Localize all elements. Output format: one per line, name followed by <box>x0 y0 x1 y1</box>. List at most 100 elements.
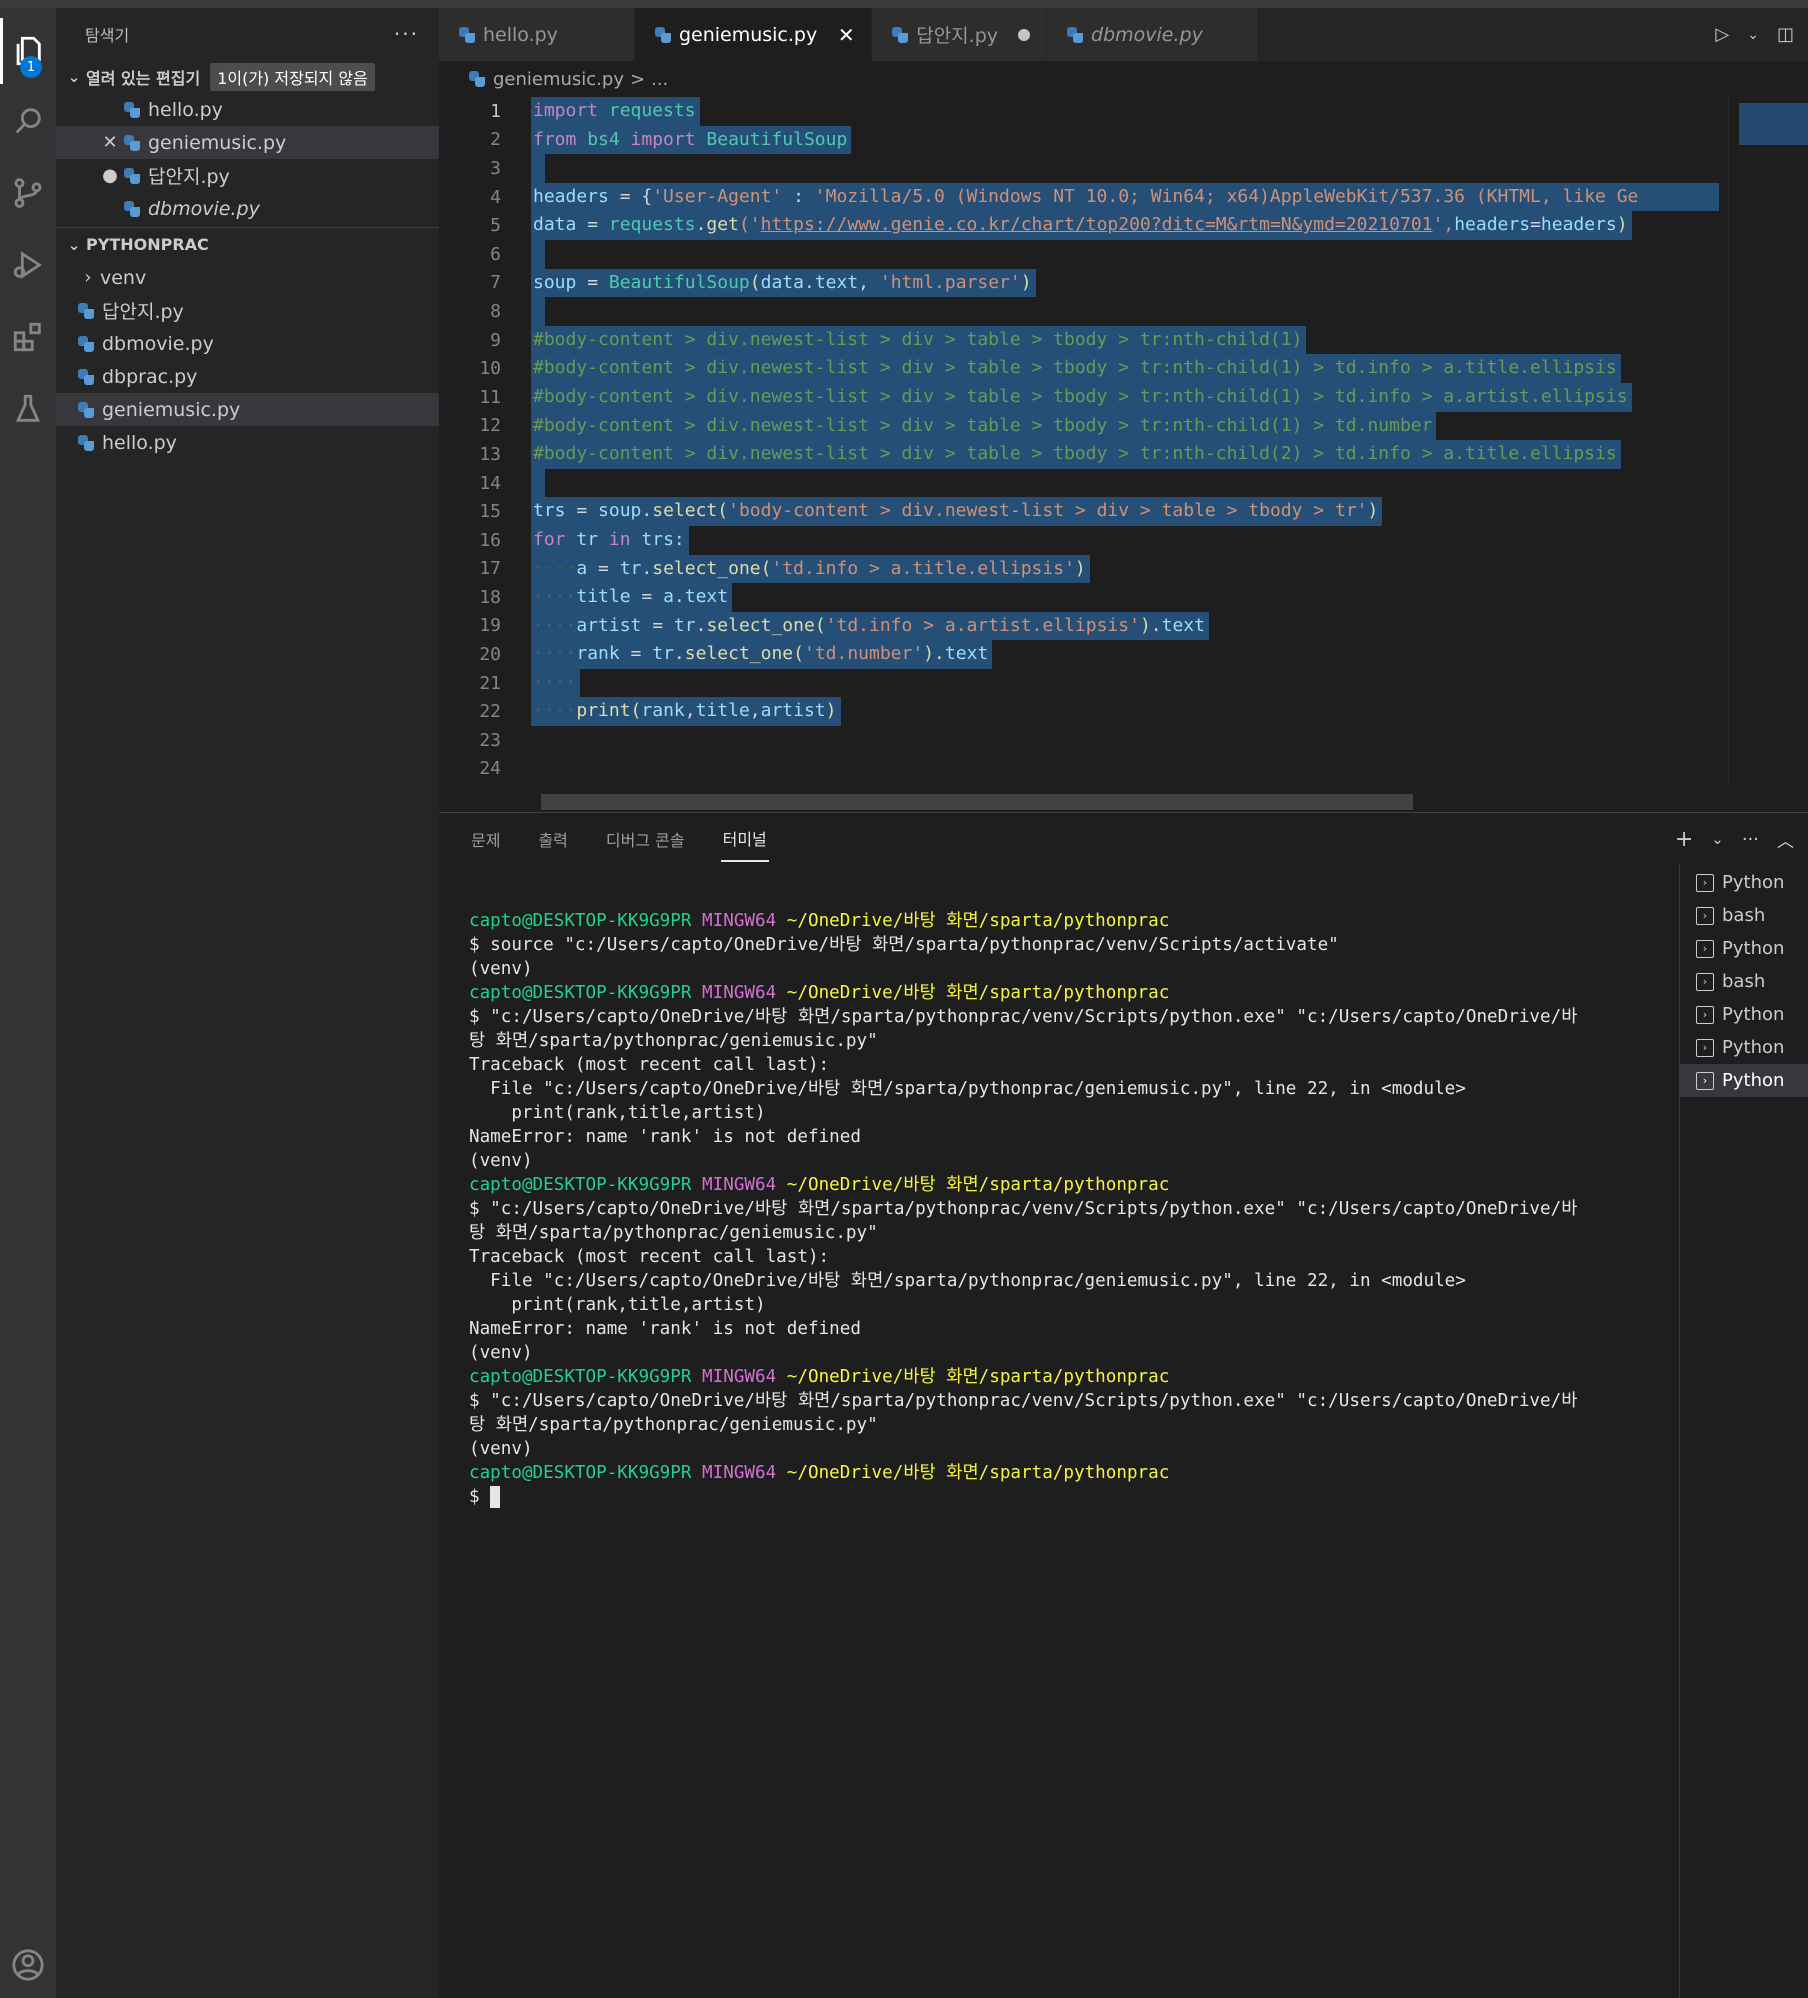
explorer-title: 탐색기 <box>85 26 130 45</box>
terminal-line: 탕 화면/sparta/pythonprac/geniemusic.py" <box>469 1031 878 1051</box>
file-dbmovie[interactable]: dbmovie.py <box>56 327 439 360</box>
line-number: 19 <box>479 615 501 637</box>
code-line: #body-content > div.newest-list > div > … <box>531 354 1621 383</box>
file-dbprac[interactable]: dbprac.py <box>56 360 439 393</box>
terminal-icon: › <box>1696 1005 1714 1024</box>
code-line: #body-content > div.newest-list > div > … <box>531 411 1437 441</box>
tab-dbmovie[interactable]: dbmovie.py <box>1047 8 1258 61</box>
breadcrumb-separator: > <box>630 68 646 90</box>
line-number: 18 <box>479 586 501 608</box>
code-line: for tr in trs: <box>531 525 689 555</box>
open-editor-hello[interactable]: hello.py <box>56 93 439 126</box>
terminal-instance[interactable]: › Python <box>1680 866 1808 899</box>
terminal-icon: › <box>1696 1071 1714 1090</box>
more-actions-icon[interactable]: ··· <box>1742 829 1759 850</box>
tab-hello[interactable]: hello.py <box>439 8 635 61</box>
run-icon[interactable]: ▷ <box>1715 24 1729 45</box>
tab-close-icon[interactable]: ✕ <box>837 23 855 47</box>
terminal-output[interactable]: capto@DESKTOP-KK9G9PR MINGW64 ~/OneDrive… <box>469 909 1808 1509</box>
run-debug-icon[interactable] <box>0 232 56 298</box>
open-editors-section[interactable]: ⌄ 열려 있는 편집기 1이(가) 저장되지 않음 <box>56 60 439 93</box>
terminal-instance[interactable]: › bash <box>1680 965 1808 998</box>
tab-answer[interactable]: 답안지.py <box>872 8 1048 61</box>
testing-flask-icon[interactable] <box>0 376 56 442</box>
python-file-icon <box>654 26 671 43</box>
code-line: ····rank = tr.select_one('td.number').te… <box>531 640 993 669</box>
tab-label: geniemusic.py <box>678 23 818 46</box>
project-title: PYTHONPRAC <box>86 235 209 254</box>
explorer-badge: 1 <box>20 56 42 78</box>
panel-actions: + ⌄ ··· ︿ <box>1675 813 1794 865</box>
terminal-instance[interactable]: › bash <box>1680 899 1808 932</box>
minimap-slider[interactable] <box>1739 103 1808 145</box>
code-editor[interactable]: 1 import requests 2 from bs4 import Beauti… <box>439 97 1719 787</box>
new-terminal-icon[interactable]: + <box>1675 827 1693 852</box>
tab-terminal[interactable]: 터미널 <box>720 816 769 862</box>
code-line: from bs4 import BeautifulSoup <box>531 125 852 155</box>
folder-label: venv <box>100 266 147 289</box>
code-line: #body-content > div.newest-list > div > … <box>531 325 1307 355</box>
open-editor-dbmovie[interactable]: dbmovie.py <box>56 192 439 225</box>
terminal-instance[interactable]: › Python <box>1680 998 1808 1031</box>
chevron-down-icon[interactable]: ⌄ <box>1711 830 1724 848</box>
terminal-line: Traceback (most recent call last): <box>469 1055 830 1075</box>
terminal-icon: › <box>1696 873 1714 892</box>
terminal-prompt: capto@DESKTOP-KK9G9PR MINGW64 ~/OneDrive… <box>469 911 1170 931</box>
editor-tabs: hello.py geniemusic.py ✕ 답안지.py dbmovie.… <box>439 8 1808 61</box>
terminal-line: 탕 화면/sparta/pythonprac/geniemusic.py" <box>469 1415 878 1435</box>
source-control-icon[interactable] <box>0 160 56 226</box>
python-file-icon <box>78 335 94 352</box>
line-number: 10 <box>479 358 501 380</box>
code-line: ····title = a.text <box>531 583 733 612</box>
line-number: 1 <box>490 100 501 122</box>
extensions-icon[interactable] <box>0 304 56 370</box>
account-icon[interactable] <box>0 1932 56 1998</box>
breadcrumb-file[interactable]: geniemusic.py <box>493 69 624 90</box>
python-file-icon <box>459 26 475 43</box>
terminal-instance[interactable]: › Python <box>1680 932 1808 965</box>
split-editor-icon[interactable]: ◫ <box>1777 24 1794 45</box>
tab-debug-console[interactable]: 디버그 콘솔 <box>604 817 687 861</box>
python-file-icon <box>124 101 140 118</box>
code-line: #body-content > div.newest-list > div > … <box>531 382 1632 412</box>
terminal-instance[interactable]: › Python <box>1680 1031 1808 1064</box>
file-geniemusic[interactable]: geniemusic.py <box>56 393 439 426</box>
python-file-icon <box>892 26 909 43</box>
file-hello[interactable]: hello.py <box>56 426 439 459</box>
tab-label: 답안지.py <box>916 25 999 47</box>
project-section[interactable]: ⌄ PYTHONPRAC <box>56 228 439 261</box>
tab-label: dbmovie.py <box>1091 23 1203 46</box>
explorer-icon[interactable]: 1 <box>0 18 56 84</box>
code-line: ····print(rank,title,artist) <box>531 697 841 727</box>
python-file-icon <box>78 401 94 418</box>
file-label: dbmovie.py <box>102 332 214 355</box>
breadcrumb-rest[interactable]: ... <box>651 69 668 90</box>
line-number: 5 <box>490 215 501 237</box>
terminal-input-line[interactable]: $ <box>469 1485 1808 1509</box>
chevron-down-icon[interactable]: ⌄ <box>1747 27 1759 43</box>
line-number: 12 <box>479 415 501 437</box>
tab-problems[interactable]: 문제 <box>469 817 502 861</box>
maximize-panel-icon[interactable]: ︿ <box>1777 827 1794 852</box>
open-editor-answer[interactable]: ● 답안지.py <box>56 159 439 192</box>
tab-geniemusic[interactable]: geniemusic.py ✕ <box>634 8 873 61</box>
code-line: import requests <box>531 97 700 126</box>
terminal-icon: › <box>1696 1038 1714 1057</box>
horizontal-scrollbar[interactable] <box>541 794 1413 810</box>
tab-output[interactable]: 출력 <box>536 817 569 861</box>
chevron-down-icon: ⌄ <box>67 235 81 254</box>
python-file-icon <box>469 71 485 87</box>
line-number: 6 <box>490 243 501 265</box>
activity-bar: 1 <box>0 8 56 1998</box>
terminal-instance[interactable]: › Python <box>1680 1064 1808 1097</box>
terminal-line: (venv) <box>469 959 533 979</box>
close-icon[interactable]: ✕ <box>96 132 124 153</box>
more-actions-icon[interactable]: ··· <box>394 22 419 46</box>
minimap[interactable] <box>1728 97 1808 787</box>
search-icon[interactable] <box>0 88 56 154</box>
open-editor-label: hello.py <box>148 98 223 121</box>
line-number: 9 <box>490 329 501 351</box>
folder-venv[interactable]: › venv <box>56 261 439 294</box>
file-answer[interactable]: 답안지.py <box>56 294 439 327</box>
open-editor-geniemusic[interactable]: ✕ geniemusic.py <box>56 126 439 159</box>
